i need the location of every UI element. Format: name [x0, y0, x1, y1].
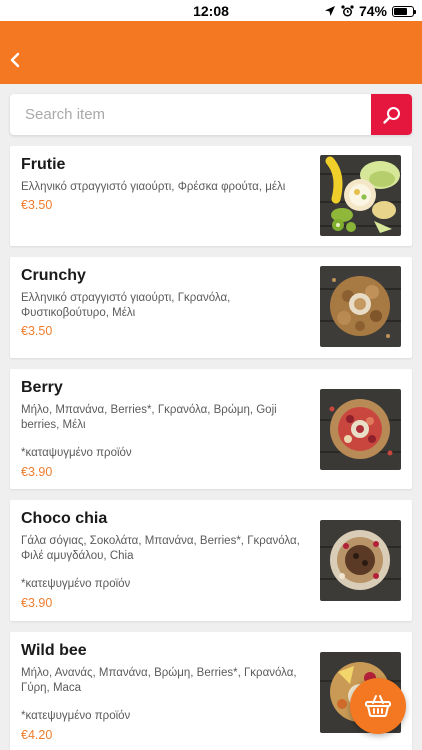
product-image-berry [320, 389, 401, 470]
product-price: €3.90 [21, 596, 53, 610]
product-description: Μήλο, Ανανάς, Μπανάνα, Βρώμη, Berries*, … [21, 667, 297, 694]
search-icon [382, 106, 400, 124]
battery-fill [394, 7, 408, 15]
product-image-choco-chia [320, 520, 401, 601]
location-arrow-icon [324, 6, 335, 16]
product-card-choco-chia[interactable]: Choco chia Γάλα σόγιας, Σοκολάτα, Μπανάν… [10, 500, 412, 621]
product-price: €3.90 [21, 465, 53, 479]
alarm-clock-icon [341, 4, 354, 16]
product-title: Crunchy [21, 267, 86, 284]
product-title: Frutie [21, 156, 66, 173]
product-title: Wild bee [21, 642, 87, 659]
product-card-berry[interactable]: Berry Μήλο, Μπανάνα, Berries*, Γκρανόλα,… [10, 369, 412, 489]
product-description: Μήλο, Μπανάνα, Berries*, Γκρανόλα, Βρώμη… [21, 404, 277, 431]
chevron-left-icon [10, 52, 20, 68]
search-button[interactable] [371, 94, 412, 135]
product-title: Berry [21, 379, 63, 396]
status-indicators: 74% [324, 3, 416, 19]
product-note: *καταψυγμένο προϊόν [21, 447, 132, 459]
product-list: Frutie Ελληνικό στραγγιστό γιαούρτι, Φρέ… [10, 146, 412, 750]
battery-percent: 74% [358, 3, 387, 19]
product-description: Ελληνικό στραγγιστό γιαούρτι, Φρέσκα φρο… [21, 181, 286, 193]
product-card-crunchy[interactable]: Crunchy Ελληνικό στραγγιστό γιαούρτι, Γκ… [10, 257, 412, 358]
search-input[interactable] [10, 94, 371, 135]
product-price: €3.50 [21, 324, 53, 338]
search-bar [10, 94, 412, 135]
app-bar [0, 21, 422, 84]
product-note: *κατεψυγμένο προϊόν [21, 578, 131, 590]
product-title: Choco chia [21, 510, 108, 527]
product-card-frutie[interactable]: Frutie Ελληνικό στραγγιστό γιαούρτι, Φρέ… [10, 146, 412, 246]
product-note: *κατεψυγμένο προϊόν [21, 710, 131, 722]
cart-button[interactable] [350, 678, 406, 734]
product-description: Γάλα σόγιας, Σοκολάτα, Μπανάνα, Berries*… [21, 535, 300, 562]
product-card-wild-bee[interactable]: Wild bee Μήλο, Ανανάς, Μπανάνα, Βρώμη, B… [10, 632, 412, 750]
product-price: €3.50 [21, 198, 53, 212]
battery-icon [392, 5, 416, 17]
back-button[interactable] [4, 49, 26, 71]
product-image-crunchy [320, 266, 401, 347]
product-price: €4.20 [21, 728, 53, 742]
basket-icon [365, 695, 391, 717]
product-image-frutie [320, 155, 401, 236]
product-description: Ελληνικό στραγγιστό γιαούρτι, Γκρανόλα, … [21, 292, 231, 319]
status-bar: 12:08 74% [0, 0, 422, 21]
